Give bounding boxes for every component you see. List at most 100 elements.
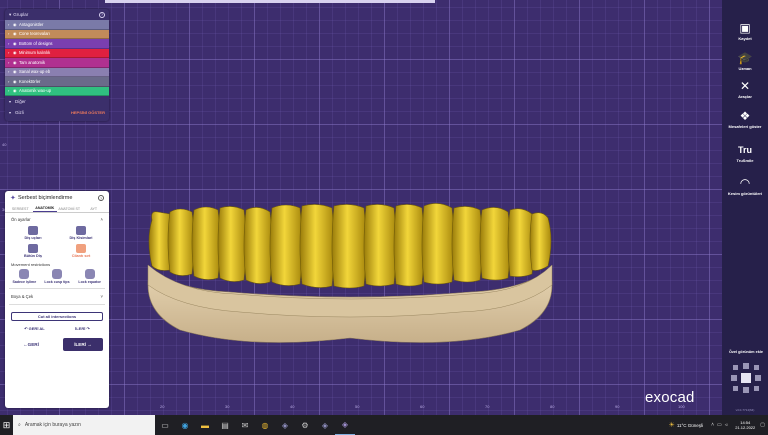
nav-cube-left xyxy=(731,375,737,381)
redo-button[interactable]: İLERİ ↷ xyxy=(75,326,90,331)
presets-section-header[interactable]: Ön ayarlar ˄ xyxy=(5,213,109,224)
tools-button[interactable]: ✕ Araçlar xyxy=(722,80,768,100)
crown-row xyxy=(148,203,552,289)
navigation-cube[interactable] xyxy=(730,362,762,394)
tab-serbest[interactable]: SERBEST xyxy=(8,207,33,213)
group-label: Antagonistler xyxy=(19,21,44,27)
mail-icon[interactable]: ✉ xyxy=(235,415,255,435)
chevron-down-icon: ▾ xyxy=(9,11,12,17)
windows-start-icon[interactable]: ⊞ xyxy=(0,415,13,435)
show-distances-button[interactable]: ❖ Mesafeleri göster xyxy=(722,110,768,130)
undo-button[interactable]: ↶ GERİ AL xyxy=(24,326,45,331)
magic-wand-icon: ✦ xyxy=(10,195,16,202)
brand-logo: exocad xyxy=(645,389,695,406)
exocad-app-icon[interactable]: ◈ xyxy=(335,415,355,435)
task-view-icon[interactable]: ▭ xyxy=(155,415,175,435)
help-icon[interactable]: ? xyxy=(98,195,104,201)
divider xyxy=(9,303,105,305)
undo-redo-row: ↶ GERİ AL İLERİ ↷ xyxy=(5,324,109,333)
movement-heading: Movement restrictions xyxy=(11,262,51,267)
movement-option[interactable]: Lock equator xyxy=(73,269,106,284)
back-label: GERİ xyxy=(27,342,39,348)
group-row[interactable]: › ◉ Bottom of designs xyxy=(5,39,109,49)
tool-label: Diş Kisimlari xyxy=(69,236,93,240)
ruler-x-label: 70 xyxy=(485,404,490,409)
file-explorer-icon[interactable]: ▬ xyxy=(195,415,215,435)
paint-section-label: Boya & Çek xyxy=(11,293,34,299)
notifications-icon[interactable]: ▢ xyxy=(760,422,765,428)
group-label: Minimum kalınlık xyxy=(19,50,51,56)
redo-label: İLERİ xyxy=(75,326,86,332)
group-row[interactable]: › ◉ Minimum kalınlık xyxy=(5,48,109,58)
movement-option[interactable]: Lock cusp tips xyxy=(41,269,74,284)
volume-icon[interactable]: ◃ xyxy=(725,422,728,428)
app-icon[interactable]: ◈ xyxy=(315,415,335,435)
trusmile-icon: Tru xyxy=(737,145,752,155)
right-toolbar: ▣ Kaydet 🎓 Uzman ✕ Araçlar ❖ Mesafeleri göst… xyxy=(722,0,768,415)
nav-cube-top xyxy=(743,363,749,369)
version-label: v3.0-7714(64) xyxy=(735,408,755,412)
next-label: İLERİ xyxy=(74,342,86,348)
preset-tools: Diş uçları Diş Kisimlari Bütün Diş Cilan… xyxy=(5,224,109,260)
settings-icon[interactable]: ⚙ xyxy=(295,415,315,435)
wizard-nav: ← GERİ İLERİ → xyxy=(5,333,109,352)
dental-model[interactable] xyxy=(140,200,560,350)
group-row[interactable]: › ◉ Anatomik wax-up xyxy=(5,86,109,96)
tooth-tips-icon xyxy=(28,226,38,235)
movement-option[interactable]: Sadece işlime xyxy=(8,269,41,284)
tab-anatomi-st[interactable]: ANATOMİ ST xyxy=(57,207,82,213)
tool-label: Cilantı sırt xyxy=(71,254,91,258)
edge-browser-icon[interactable]: ◉ xyxy=(175,415,195,435)
tool-whole-tooth[interactable]: Bütün Diş xyxy=(9,242,57,260)
paint-section-header[interactable]: Boya & Çek ˅ xyxy=(5,293,109,300)
next-button[interactable]: İLERİ → xyxy=(63,338,103,352)
back-button[interactable]: ← GERİ xyxy=(11,338,51,351)
presets-heading: Ön ayarlar xyxy=(11,217,31,222)
group-row[interactable]: › ◉ Konektörler xyxy=(5,77,109,87)
tool-tooth-tips[interactable]: Diş uçları xyxy=(9,224,57,242)
ruler-x-label: 40 xyxy=(290,404,295,409)
group-row[interactable]: › ◉ Antagonistler xyxy=(5,20,109,30)
group-row[interactable]: › ◉ Tam anatomik xyxy=(5,58,109,68)
groups-header[interactable]: ▾ Gruplar ? xyxy=(5,9,109,20)
group-label: Bottom of designs xyxy=(19,40,53,46)
network-icon[interactable]: ▭ xyxy=(717,422,722,428)
movement-icon xyxy=(52,269,62,279)
ruler-x-label: 20 xyxy=(160,404,165,409)
help-icon[interactable]: ? xyxy=(99,11,105,18)
others-row[interactable]: ▾ Diğer xyxy=(5,96,109,107)
weather-text[interactable]: 11°C Güneşli xyxy=(677,423,703,428)
group-row[interactable]: › ◉ Sanal wax-up eb xyxy=(5,67,109,77)
tool-tooth-parts[interactable]: Diş Kisimlari xyxy=(57,224,105,242)
custom-view-label: Özel görünüm ekle xyxy=(729,350,763,354)
group-label: Tam anatomik xyxy=(19,59,46,65)
expert-button[interactable]: 🎓 Uzman xyxy=(722,52,768,72)
tab-anatomik[interactable]: ANATOMİK xyxy=(32,206,57,212)
group-row[interactable]: › ◉ Cone teorevaları xyxy=(5,29,109,39)
tool-polish-ridge[interactable]: Cilantı sırt xyxy=(57,242,105,260)
nav-cube-center xyxy=(741,373,751,383)
freeform-title: Serbest biçimlendirme xyxy=(18,195,73,201)
nav-cube-corner xyxy=(754,365,759,370)
windows-taskbar: ⊞ ⌕ Aramak için buraya yazın ▭ ◉ ▬ ▤ ✉ ◍… xyxy=(0,415,768,435)
cut-all-intersections-button[interactable]: Cut all intersections xyxy=(11,312,103,322)
hidden-row[interactable]: ▾ Gizli HEPSİNİ GÖSTER xyxy=(5,107,109,118)
show-all-button[interactable]: HEPSİNİ GÖSTER xyxy=(71,110,105,115)
toolbar-label: Kaydet xyxy=(738,36,752,41)
chrome-browser-icon[interactable]: ◍ xyxy=(255,415,275,435)
tab-ayt[interactable]: AYT xyxy=(82,207,107,213)
whole-tooth-icon xyxy=(28,244,38,253)
chevron-up-icon[interactable]: ˄ xyxy=(711,422,714,428)
ruler-x-label: 60 xyxy=(420,404,425,409)
app-icon[interactable]: ◈ xyxy=(275,415,295,435)
tooth-parts-icon xyxy=(76,226,86,235)
ruler-x-label: 30 xyxy=(225,404,230,409)
trusmile-button[interactable]: Tru TruSmile xyxy=(722,144,768,163)
cut-view-button[interactable]: ◠ Kesim görüntüleri xyxy=(722,177,768,197)
clock-date: 21.12.2022 xyxy=(735,425,756,430)
taskbar-search-box[interactable]: ⌕ Aramak için buraya yazın xyxy=(13,415,155,435)
save-button[interactable]: ▣ Kaydet xyxy=(722,21,768,42)
taskbar-clock[interactable]: 14:54 21.12.2022 xyxy=(735,420,755,430)
save-icon: ▣ xyxy=(739,21,751,35)
store-icon[interactable]: ▤ xyxy=(215,415,235,435)
